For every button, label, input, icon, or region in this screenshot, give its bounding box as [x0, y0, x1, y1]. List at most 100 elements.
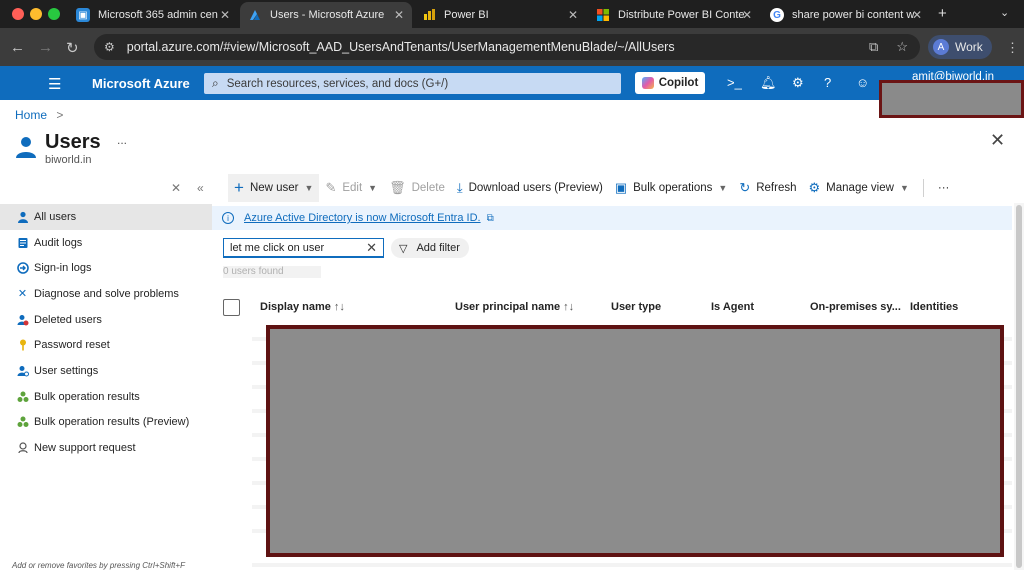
- tab-close-icon[interactable]: ✕: [912, 8, 922, 22]
- clear-search-icon[interactable]: ✕: [366, 240, 377, 256]
- chevron-down-icon: ▼: [899, 183, 909, 193]
- search-value: let me click on user: [230, 241, 325, 254]
- breadcrumb: Home >: [15, 108, 63, 122]
- minimize-window-icon[interactable]: [30, 8, 42, 20]
- audit-log-icon: [16, 236, 29, 249]
- sort-icon[interactable]: ↑↓: [334, 301, 345, 313]
- browser-toolbar: ← → ↻ ⚙ portal.azure.com/#view/Microsoft…: [0, 28, 1024, 66]
- content-scrollbar[interactable]: [1014, 203, 1024, 570]
- sidebar-item-audit-logs[interactable]: Audit logs: [0, 230, 212, 256]
- tab-power-bi[interactable]: Power BI ✕: [414, 2, 586, 28]
- redacted-grid-area: [266, 325, 1004, 557]
- close-blade-icon[interactable]: ✕: [990, 130, 1005, 151]
- tab-search-chevron-icon[interactable]: ⌄: [1000, 6, 1009, 19]
- azure-brand[interactable]: Microsoft Azure: [92, 76, 190, 91]
- microsoft-favicon-icon: [596, 8, 610, 22]
- tab-close-icon[interactable]: ✕: [394, 8, 404, 22]
- notifications-bell-icon[interactable]: 🔔︎: [760, 75, 777, 91]
- result-count: 0 users found: [223, 266, 321, 278]
- settings-gear-icon[interactable]: ⚙: [792, 75, 804, 91]
- refresh-button[interactable]: ↻ Refresh: [733, 174, 802, 202]
- search-icon: ⌕: [212, 76, 219, 90]
- column-display-name[interactable]: Display name ↑↓: [260, 301, 345, 313]
- m365-favicon-icon: ▣: [76, 8, 90, 22]
- browser-tab-strip: ▣ Microsoft 365 admin cen ✕ Users - Micr…: [0, 0, 1024, 28]
- portal-menu-icon[interactable]: ☰: [48, 75, 61, 93]
- sort-icon[interactable]: ↑↓: [563, 301, 574, 313]
- forward-arrow-icon[interactable]: →: [38, 39, 53, 56]
- bulk-operations-button[interactable]: ▣ Bulk operations ▼: [609, 174, 734, 202]
- tab-close-icon[interactable]: ✕: [742, 8, 752, 22]
- users-menu-sidebar: All users Audit logs Sign-in logs ✕ Diag…: [0, 204, 212, 461]
- azure-top-bar: ☰ Microsoft Azure ⌕ Search resources, se…: [0, 66, 1024, 100]
- global-search-input[interactable]: ⌕ Search resources, services, and docs (…: [204, 73, 621, 94]
- sidebar-item-support-request[interactable]: New support request: [0, 435, 212, 461]
- cloud-shell-icon[interactable]: >_: [727, 75, 742, 90]
- title-more-button[interactable]: ...: [117, 133, 127, 147]
- sidebar-item-bulk-results[interactable]: Bulk operation results: [0, 384, 212, 410]
- new-user-button[interactable]: + New user ▼: [228, 174, 320, 202]
- add-filter-button[interactable]: ▽ Add filter: [391, 238, 469, 258]
- feedback-icon[interactable]: ☺: [856, 75, 869, 90]
- browser-profile-chip[interactable]: A Work: [928, 35, 992, 59]
- column-user-principal-name[interactable]: User principal name ↑↓: [455, 301, 574, 313]
- chevron-down-icon: ▼: [304, 183, 314, 193]
- back-arrow-icon[interactable]: ←: [10, 39, 25, 56]
- bulk-icon: [16, 390, 29, 403]
- cast-icon[interactable]: ⧉: [869, 39, 878, 55]
- copilot-button[interactable]: Copilot: [635, 72, 705, 94]
- bookmark-star-icon[interactable]: ☆: [896, 39, 908, 55]
- clear-favorites-icon[interactable]: ✕: [171, 181, 181, 195]
- scrollbar-thumb[interactable]: [1016, 205, 1022, 568]
- gear-icon: ⚙: [808, 180, 821, 195]
- url-text[interactable]: portal.azure.com/#view/Microsoft_AAD_Use…: [127, 40, 675, 54]
- chevron-down-icon: ▼: [368, 183, 378, 193]
- external-link-icon[interactable]: ⧉: [487, 213, 494, 224]
- tab-azure-users[interactable]: Users - Microsoft Azure ✕: [240, 2, 412, 28]
- reload-icon[interactable]: ↻: [66, 39, 79, 57]
- tab-m365-admin[interactable]: ▣ Microsoft 365 admin cen ✕: [68, 2, 238, 28]
- select-all-checkbox[interactable]: [223, 299, 240, 316]
- address-bar[interactable]: ⚙ portal.azure.com/#view/Microsoft_AAD_U…: [94, 34, 920, 60]
- edit-button[interactable]: ✎ Edit ▼: [319, 174, 383, 202]
- new-tab-button[interactable]: +: [938, 5, 947, 22]
- copilot-icon: [641, 77, 654, 89]
- page-title: Users: [45, 131, 101, 153]
- breadcrumb-separator: >: [56, 108, 64, 122]
- breadcrumb-home[interactable]: Home: [15, 108, 47, 122]
- column-identities[interactable]: Identities: [910, 301, 958, 313]
- collapse-menu-icon[interactable]: «: [197, 181, 204, 195]
- close-window-icon[interactable]: [12, 8, 24, 20]
- user-search-input[interactable]: let me click on user ✕: [223, 238, 384, 258]
- search-placeholder: Search resources, services, and docs (G+…: [226, 77, 449, 90]
- help-icon[interactable]: ?: [824, 75, 831, 90]
- tab-close-icon[interactable]: ✕: [568, 8, 578, 22]
- tab-google-search[interactable]: G share power bi content w ✕: [762, 2, 930, 28]
- tab-distribute-power-bi[interactable]: Distribute Power BI Conte ✕: [588, 2, 760, 28]
- sidebar-item-password-reset[interactable]: Password reset: [0, 332, 212, 358]
- sidebar-item-all-users[interactable]: All users: [0, 204, 212, 230]
- entra-link[interactable]: Azure Active Directory is now Microsoft …: [244, 212, 481, 224]
- user-settings-icon: [16, 364, 29, 377]
- tab-close-icon[interactable]: ✕: [220, 8, 230, 22]
- delete-button[interactable]: 🗑︎ Delete: [383, 174, 451, 202]
- maximize-window-icon[interactable]: [48, 8, 60, 20]
- sidebar-item-deleted-users[interactable]: Deleted users: [0, 307, 212, 333]
- more-commands-button[interactable]: ···: [932, 174, 956, 202]
- redacted-account-area: [879, 80, 1024, 118]
- sidebar-item-diagnose[interactable]: ✕ Diagnose and solve problems: [0, 281, 212, 307]
- manage-view-button[interactable]: ⚙ Manage view ▼: [803, 174, 915, 202]
- browser-menu-icon[interactable]: ⋮: [1006, 40, 1019, 56]
- wrench-icon: ✕: [17, 288, 28, 301]
- copilot-label: Copilot: [658, 77, 699, 89]
- site-info-icon[interactable]: ⚙: [104, 40, 115, 54]
- column-on-premises-sync[interactable]: On-premises sy...: [810, 301, 901, 313]
- support-icon: [16, 442, 29, 455]
- trash-icon: 🗑︎: [389, 180, 406, 195]
- sidebar-item-sign-in-logs[interactable]: Sign-in logs: [0, 255, 212, 281]
- sidebar-item-user-settings[interactable]: User settings: [0, 358, 212, 384]
- download-users-button[interactable]: ⤓ Download users (Preview): [451, 174, 609, 202]
- column-user-type[interactable]: User type: [611, 301, 661, 313]
- column-is-agent[interactable]: Is Agent: [711, 301, 754, 313]
- sidebar-item-bulk-results-preview[interactable]: Bulk operation results (Preview): [0, 410, 212, 436]
